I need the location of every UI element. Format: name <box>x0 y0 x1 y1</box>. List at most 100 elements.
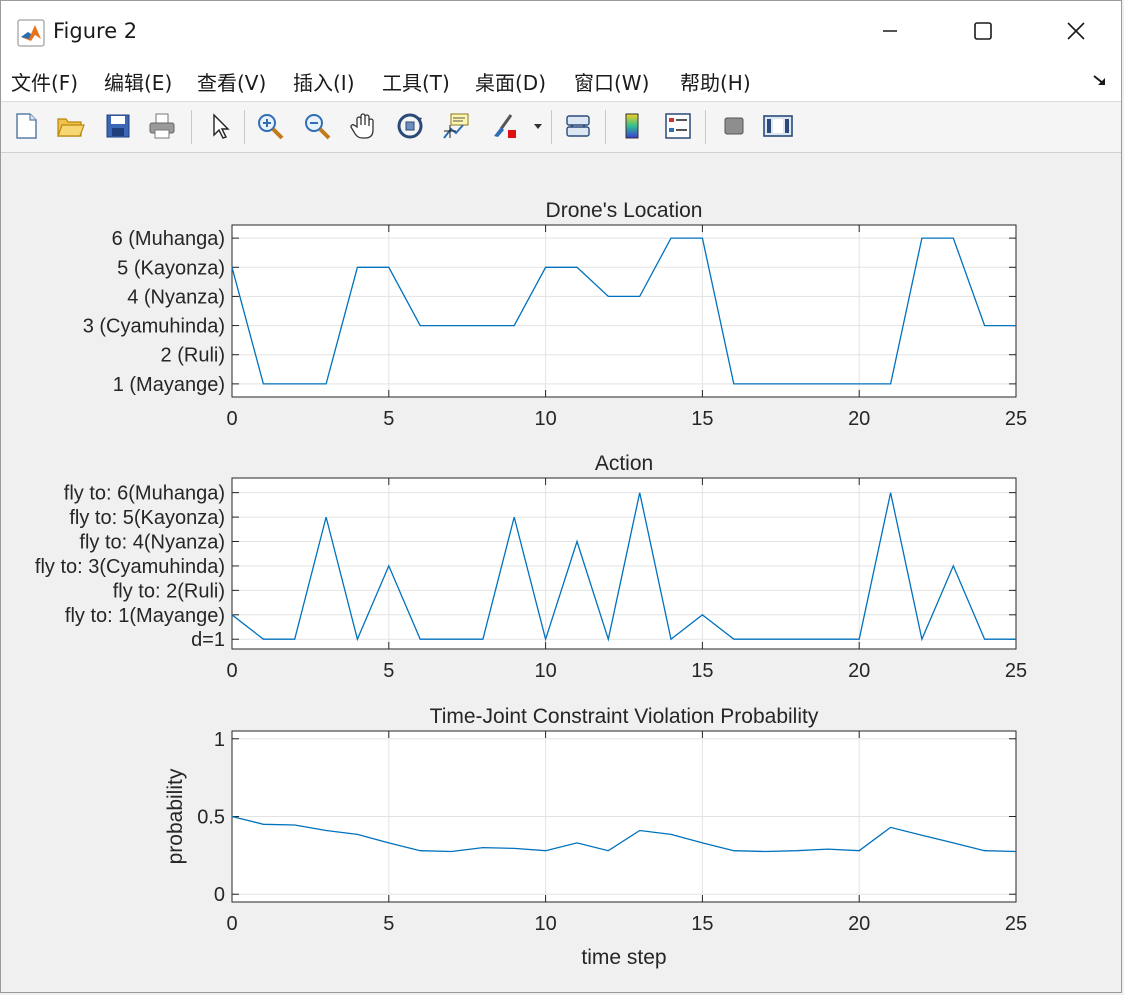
x-tick-label: 20 <box>848 408 870 430</box>
link-plot-button[interactable] <box>561 109 595 143</box>
y-tick-label: 1 (Mayange) <box>113 374 225 396</box>
x-tick-label: 10 <box>534 913 556 935</box>
y-tick-label: fly to: 6(Muhanga) <box>64 483 225 505</box>
open-file-icon <box>57 118 85 137</box>
menu-insert[interactable]: 插入(I) <box>293 67 355 96</box>
x-tick-label: 5 <box>383 660 394 682</box>
menu-desktop[interactable]: 桌面(D) <box>475 67 546 96</box>
print-button[interactable] <box>145 109 179 143</box>
menu-file[interactable]: 文件(F) <box>11 67 78 96</box>
x-tick-label: 10 <box>534 408 556 430</box>
pan-button[interactable] <box>347 109 381 143</box>
colorbar-button[interactable] <box>615 109 649 143</box>
new-figure-icon <box>16 113 37 139</box>
edit-plot-button[interactable] <box>203 109 237 143</box>
close-icon <box>1067 22 1085 40</box>
show-plot-tools-button[interactable] <box>761 109 795 143</box>
dock-arrow-icon[interactable] <box>1091 71 1109 89</box>
axes-title: Time-Joint Constraint Violation Probabil… <box>430 705 819 728</box>
axes-action[interactable]: 0 5 10 15 20 25 d=1fly to: 1(Mayange) fly to: 2… <box>35 452 1027 682</box>
axes-drone-location[interactable]: 0 5 10 15 20 25 1 (Mayange) 2 (Ruli) 3 (Cyamuhin… <box>83 199 1027 430</box>
toolbar-separator <box>191 110 192 144</box>
open-file-button[interactable] <box>53 109 87 143</box>
y-tick-label: fly to: 2(Ruli) <box>113 580 225 602</box>
menu-help[interactable]: 帮助(H) <box>680 67 751 96</box>
window-title: Figure 2 <box>53 19 138 43</box>
x-tick-label: 25 <box>1005 913 1027 935</box>
y-tick-label: fly to: 3(Cyamuhinda) <box>35 556 225 578</box>
menu-bar: 文件(F) 编辑(E) 查看(V) 插入(I) 工具(T) 桌面(D) 窗口(W… <box>1 61 1121 102</box>
matlab-logo-icon <box>17 19 45 47</box>
x-tick-label: 5 <box>383 913 394 935</box>
new-figure-button[interactable] <box>9 109 43 143</box>
y-tick-label: 1 <box>214 729 225 751</box>
save-icon <box>106 114 130 138</box>
x-tick-label: 20 <box>848 913 870 935</box>
y-axis-label: probability <box>164 768 187 864</box>
x-tick-label: 25 <box>1005 660 1027 682</box>
minimize-button[interactable] <box>844 1 936 61</box>
link-plot-icon <box>566 115 590 137</box>
y-tick-label: fly to: 5(Kayonza) <box>69 507 225 529</box>
axes-title: Action <box>595 452 653 475</box>
brush-dropdown-button[interactable] <box>529 109 547 143</box>
plot-area <box>232 225 1016 397</box>
maximize-button[interactable] <box>937 1 1029 61</box>
x-tick-label: 25 <box>1005 408 1027 430</box>
y-tick-label: 5 (Kayonza) <box>117 257 225 279</box>
zoom-out-button[interactable] <box>300 109 334 143</box>
hide-plot-tools-button[interactable] <box>717 109 751 143</box>
toolbar-separator <box>705 110 706 144</box>
rotate-3d-icon <box>397 113 423 139</box>
y-tick-label: 2 (Ruli) <box>161 345 225 367</box>
legend-icon <box>665 113 691 139</box>
hide-plot-tools-icon <box>724 117 744 135</box>
figure-toolbar <box>1 102 1121 153</box>
y-tick-label: 6 (Muhanga) <box>112 228 225 250</box>
save-button[interactable] <box>101 109 135 143</box>
maximize-icon <box>974 22 992 40</box>
y-tick-label: 3 (Cyamuhinda) <box>83 316 225 338</box>
x-tick-label: 0 <box>226 660 237 682</box>
close-button[interactable] <box>1030 1 1122 61</box>
toolbar-separator <box>605 110 606 144</box>
x-tick-label: 20 <box>848 660 870 682</box>
colorbar-icon <box>625 113 639 139</box>
menu-edit[interactable]: 编辑(E) <box>104 67 172 96</box>
pan-hand-icon <box>350 113 374 139</box>
x-tick-label: 10 <box>534 660 556 682</box>
menu-window[interactable]: 窗口(W) <box>574 67 649 96</box>
rotate-3d-button[interactable] <box>393 109 427 143</box>
y-tick-label: 4 (Nyanza) <box>127 286 225 308</box>
chevron-down-icon <box>534 124 542 129</box>
brush-button[interactable] <box>487 109 521 143</box>
y-tick-label: fly to: 1(Mayange) <box>65 605 225 627</box>
legend-button[interactable] <box>661 109 695 143</box>
figure-canvas: 0 5 10 15 20 251 (Mayange)2 (Ruli)3 (Cyamuhin… <box>35 199 1027 969</box>
toolbar-separator <box>244 110 245 144</box>
y-tick-label: fly to: 4(Nyanza) <box>79 532 225 554</box>
show-plot-tools-icon <box>763 115 793 137</box>
x-tick-label: 5 <box>383 408 394 430</box>
x-tick-label: 0 <box>226 408 237 430</box>
print-icon <box>149 113 175 139</box>
zoom-in-button[interactable] <box>253 109 287 143</box>
zoom-in-icon <box>258 114 284 140</box>
x-tick-label: 15 <box>691 408 713 430</box>
minimize-icon <box>883 30 897 32</box>
x-tick-label: 15 <box>691 913 713 935</box>
y-tick-label: 0.5 <box>197 807 225 829</box>
x-tick-label: 0 <box>226 913 237 935</box>
toolbar-separator <box>551 110 552 144</box>
title-bar[interactable]: Figure 2 <box>1 1 1121 61</box>
axes-violation-probability[interactable]: 0 5 10 15 20 25 0 0.5 1 Time-Joint Constraint Vio… <box>164 705 1027 969</box>
menu-view[interactable]: 查看(V) <box>197 67 266 96</box>
x-tick-label: 15 <box>691 660 713 682</box>
edit-plot-arrow-icon <box>213 113 230 139</box>
data-cursor-button[interactable] <box>439 109 473 143</box>
menu-tools[interactable]: 工具(T) <box>382 67 450 96</box>
axes-title: Drone's Location <box>546 199 703 222</box>
zoom-out-icon <box>305 114 331 140</box>
figure-window: Figure 2 文件(F) 编辑(E) 查看(V) 插入(I) 工具(T) 桌… <box>0 0 1122 993</box>
brush-icon <box>494 114 516 138</box>
